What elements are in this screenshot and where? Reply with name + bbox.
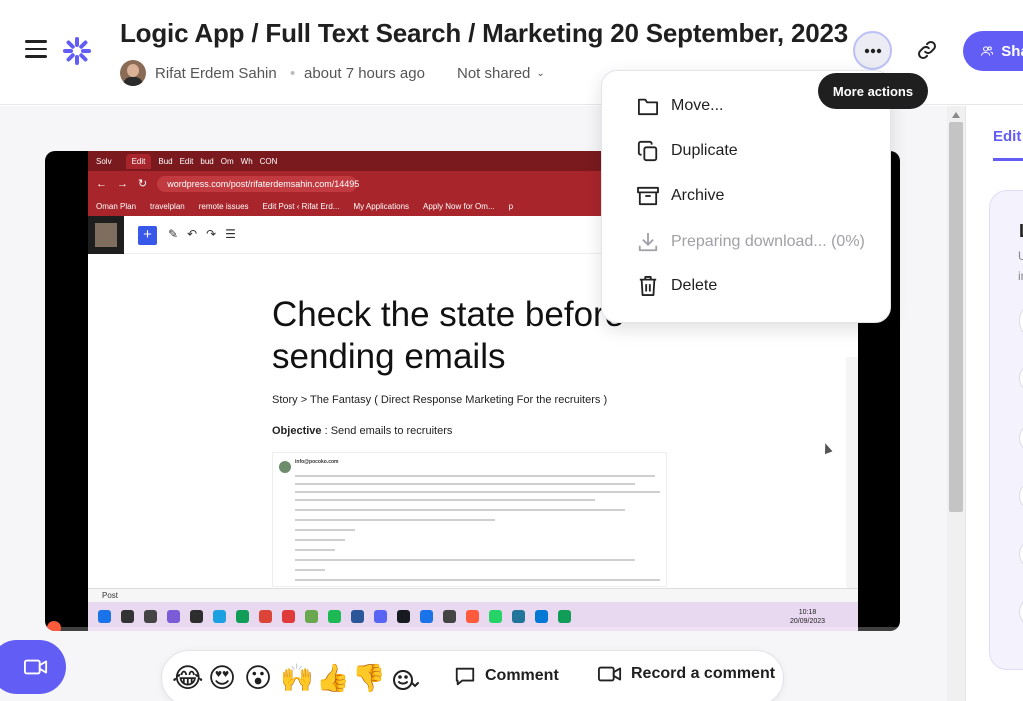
post-breadcrumb: Post: [88, 588, 858, 602]
reactions-bar: 😂 😍 😮 🙌 👍 👎 Comment Record a comment: [161, 650, 784, 701]
menu-item-archive[interactable]: Archive: [602, 175, 890, 217]
menu-item-label: Preparing download... (0%): [671, 233, 865, 250]
bookmark: p: [508, 201, 514, 211]
browser-tab: bud: [200, 156, 214, 166]
card-option[interactable]: [1019, 539, 1023, 569]
scrollbar-thumb[interactable]: [949, 122, 963, 512]
sharing-status: Not shared: [457, 65, 531, 82]
card-heading: L: [1019, 221, 1023, 242]
browser-tab: CON: [259, 156, 278, 166]
emoji-thumbs-up-button[interactable]: 👍: [316, 661, 350, 695]
video-progress-handle[interactable]: [47, 621, 61, 631]
share-button[interactable]: Share: [963, 31, 1023, 71]
tab-edit[interactable]: Edit: [993, 128, 1021, 145]
side-panel-card: L U in: [989, 190, 1023, 670]
copy-link-button[interactable]: [910, 33, 944, 67]
comment-button[interactable]: Comment: [454, 665, 559, 687]
clock-date: 20/09/2023: [790, 618, 826, 625]
add-block-icon: +: [138, 226, 157, 245]
card-option[interactable]: [1019, 363, 1023, 393]
author-name[interactable]: Rifat Erdem Sahin: [155, 65, 277, 82]
video-camera-icon: [24, 659, 48, 675]
sharing-dropdown[interactable]: Not shared ⌄: [457, 65, 545, 82]
reload-icon: ↻: [138, 178, 148, 190]
browser-tab-active: Edit: [125, 153, 152, 169]
record-comment-label: Record a comment: [631, 665, 776, 682]
clock-time: 10:18: [798, 609, 817, 616]
menu-item-delete[interactable]: Delete: [602, 265, 890, 307]
add-reaction-icon[interactable]: [392, 666, 420, 694]
browser-tab: Wh: [240, 156, 253, 166]
record-comment-button[interactable]: Record a comment: [598, 665, 775, 683]
scroll-up-icon[interactable]: [952, 112, 960, 118]
browser-url: wordpress.com/post/rifaterdemsahin.com/1…: [157, 175, 359, 192]
emoji-surprised-button[interactable]: 😮: [244, 661, 272, 695]
bookmark: remote issues: [198, 201, 249, 211]
browser-tab: Solv: [96, 156, 112, 166]
emoji-thumbs-down-button[interactable]: 👎: [352, 661, 386, 695]
people-icon: [981, 46, 994, 56]
video-camera-icon: [598, 666, 622, 682]
share-label: Share: [1001, 42, 1023, 60]
menu-item-label: Duplicate: [671, 142, 738, 159]
objective-label: Objective: [272, 425, 322, 437]
menu-item-label: Delete: [671, 277, 718, 294]
email-avatar: [279, 461, 291, 473]
post-objective: Objective : Send emails to recruiters: [272, 425, 452, 437]
archive-icon: [637, 185, 659, 207]
browser-tab: Bud: [158, 156, 173, 166]
copy-icon: [637, 140, 659, 162]
loom-logo-icon[interactable]: [62, 36, 92, 66]
hamburger-menu-icon[interactable]: [25, 40, 47, 58]
card-option[interactable]: [1019, 481, 1023, 511]
meta-separator: •: [290, 65, 296, 82]
forward-arrow-icon: →: [117, 177, 128, 190]
record-video-button[interactable]: [0, 640, 66, 694]
bookmark: Edit Post ‹ Rifat Erd...: [262, 201, 340, 211]
taskbar-clock: 10:18 20/09/2023: [790, 608, 825, 626]
recorded-time: about 7 hours ago: [304, 65, 425, 82]
video-title[interactable]: Logic App / Full Text Search / Marketing…: [120, 18, 855, 49]
back-arrow-icon: ←: [96, 177, 107, 190]
chevron-down-icon: ⌄: [536, 68, 545, 79]
email-screenshot: info@pocoko.com: [272, 452, 667, 587]
card-subtext: in: [1018, 269, 1023, 283]
more-actions-button[interactable]: [853, 31, 892, 70]
browser-tab: Edit: [179, 156, 194, 166]
card-option[interactable]: [1019, 597, 1023, 627]
post-story-line: Story > The Fantasy ( Direct Response Ma…: [272, 394, 608, 406]
side-panel: Edit L U in: [965, 106, 1023, 701]
email-from: info@pocoko.com: [295, 459, 339, 465]
emoji-heart-eyes-button[interactable]: 😍: [208, 661, 236, 695]
emoji-laugh-button[interactable]: 😂: [172, 661, 204, 695]
browser-tab: Om: [220, 156, 234, 166]
card-subtext: U: [1018, 249, 1023, 263]
comment-label: Comment: [485, 667, 559, 684]
card-option[interactable]: [1019, 306, 1023, 336]
menu-item-duplicate[interactable]: Duplicate: [602, 130, 890, 172]
page-scrollbar[interactable]: [947, 106, 965, 701]
menu-item-label: Archive: [671, 187, 725, 204]
video-progress-track[interactable]: [45, 627, 900, 631]
emoji-raised-hands-button[interactable]: 🙌: [280, 661, 314, 695]
more-actions-tooltip: More actions: [818, 73, 928, 109]
folder-icon: [637, 95, 659, 117]
bookmark: Oman Plan: [96, 201, 137, 211]
ellipsis-icon: [864, 48, 881, 53]
author-avatar[interactable]: [120, 60, 146, 86]
bookmark: travelplan: [150, 201, 185, 211]
menu-item-download: Preparing download... (0%): [602, 221, 890, 263]
download-icon: [637, 231, 659, 253]
site-avatar: [88, 216, 124, 254]
trash-icon: [637, 275, 659, 297]
menu-item-label: Move...: [671, 97, 724, 114]
card-option[interactable]: [1019, 423, 1023, 453]
bookmark: My Applications: [353, 201, 410, 211]
bookmark: Apply Now for Om...: [423, 201, 495, 211]
active-tab-indicator: [993, 158, 1023, 161]
link-icon: [918, 41, 936, 59]
objective-text: : Send emails to recruiters: [321, 425, 453, 437]
editor-tools-icon: ✎↶↷☰: [168, 227, 245, 241]
comment-icon: [455, 667, 475, 686]
